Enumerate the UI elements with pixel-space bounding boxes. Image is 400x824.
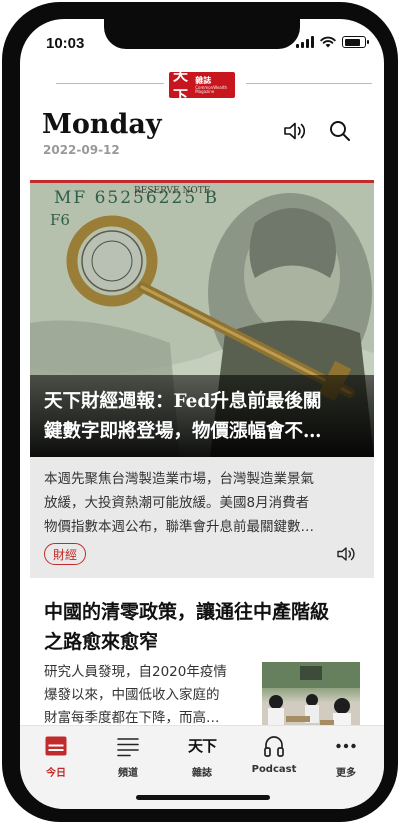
more-icon	[336, 743, 356, 749]
logo-sub-text: 雜誌	[195, 75, 212, 85]
tab-label-today: 今日	[46, 768, 66, 779]
featured-article-card[interactable]: MF 65256225 B F6 RESERVE NOTE 天下財經週報：Fed…	[30, 180, 374, 578]
speaker-icon	[284, 122, 306, 140]
search-button[interactable]	[325, 116, 355, 146]
tab-label-channels: 頻道	[118, 768, 138, 779]
banknote-code: F6	[50, 211, 70, 229]
banknote-caption: RESERVE NOTE	[134, 186, 210, 196]
status-icons	[296, 36, 369, 48]
tab-channels[interactable]: 頻道	[96, 734, 160, 779]
featured-article-image: MF 65256225 B F6 RESERVE NOTE 天下財經週報：Fed…	[30, 183, 374, 457]
page-title: Monday	[42, 109, 162, 140]
featured-article-title[interactable]: 天下財經週報：Fed升息前最後關 鍵數字即將登場，物價漲幅會不…	[44, 387, 362, 447]
speaker-icon	[337, 547, 355, 561]
home-indicator[interactable]	[136, 795, 270, 800]
phone-device: 10:03 天下 雜誌 CommonWealth Magazine Monday…	[0, 0, 400, 824]
status-time: 10:03	[46, 35, 85, 52]
signal-icon	[296, 36, 314, 48]
article-title[interactable]: 中國的清零政策，讓通往中產階級 之路愈來愈窄	[44, 597, 364, 657]
commonwealth-logo: 天下 雜誌 CommonWealth Magazine	[169, 66, 235, 105]
logo-divider-right	[246, 83, 372, 84]
logo-main-text: 天下	[173, 66, 188, 105]
battery-icon	[342, 36, 369, 48]
category-tag[interactable]: 財經	[44, 543, 87, 565]
featured-article-summary: 本週先聚焦台灣製造業市場，台灣製造業景氣 放緩，大投資熱潮可能放緩。美國8月消費…	[44, 471, 314, 535]
article-summary: 研究人員發現，自2020年疫情 爆發以來，中國低收入家庭的 財富每季度都在下降，…	[44, 664, 227, 726]
logo-divider-left	[56, 83, 164, 84]
article-thumbnail[interactable]	[262, 662, 360, 734]
tab-magazine[interactable]: 天下 雜誌	[170, 734, 234, 779]
wifi-icon	[320, 36, 336, 48]
listen-button[interactable]	[280, 116, 310, 146]
tab-label-podcast: Podcast	[251, 764, 297, 775]
tab-today[interactable]: 今日	[24, 734, 88, 779]
app-screen: 10:03 天下 雜誌 CommonWealth Magazine Monday…	[20, 19, 384, 809]
featured-listen-button[interactable]	[336, 545, 358, 567]
phone-frame: 10:03 天下 雜誌 CommonWealth Magazine Monday…	[2, 2, 398, 822]
magazine-icon: 天下	[187, 737, 217, 755]
tab-podcast[interactable]: Podcast	[242, 734, 306, 775]
search-icon	[330, 121, 350, 141]
tab-label-magazine: 雜誌	[192, 768, 212, 779]
tab-label-more: 更多	[336, 768, 356, 779]
logo-tagline: CommonWealth Magazine	[195, 84, 228, 94]
today-icon	[45, 736, 67, 756]
notch	[104, 19, 300, 49]
page-date: 2022-09-12	[43, 143, 120, 157]
battery-fill	[344, 38, 360, 46]
headphones-icon	[264, 736, 284, 757]
channels-icon	[117, 738, 139, 757]
classroom-photo	[262, 662, 360, 734]
tab-more[interactable]: 更多	[314, 734, 378, 779]
